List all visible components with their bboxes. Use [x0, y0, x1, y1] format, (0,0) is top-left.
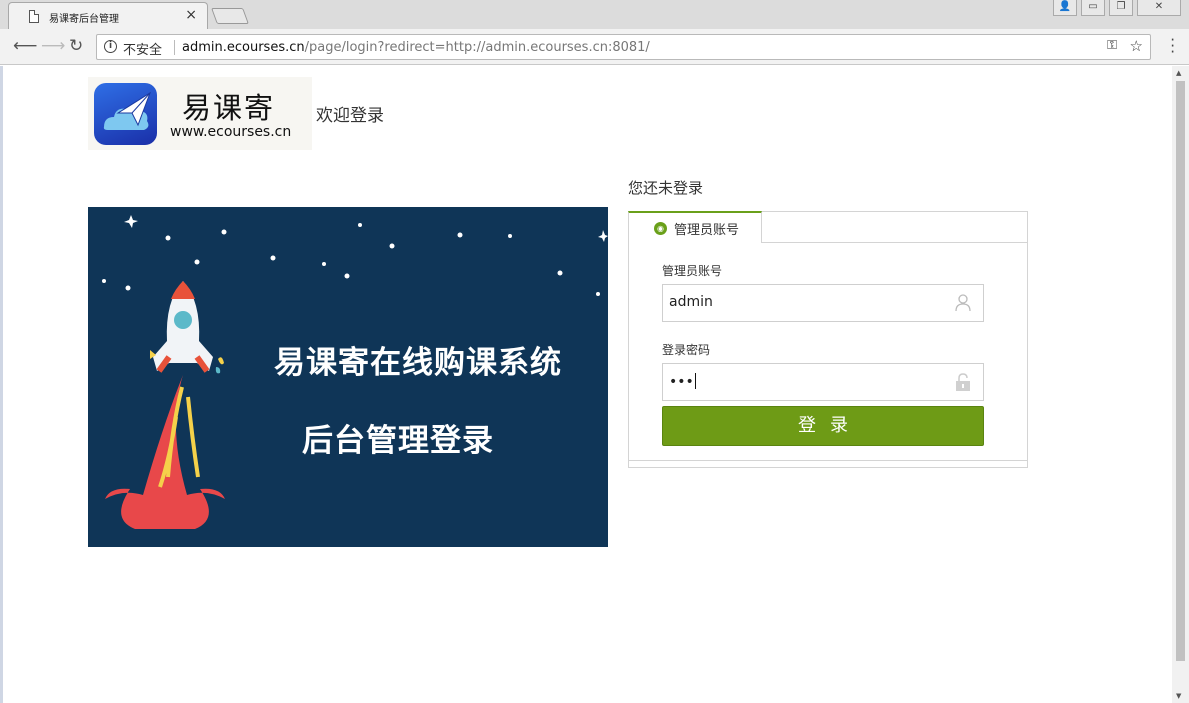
profile-button[interactable]: 👤 — [1053, 0, 1077, 16]
minimize-button[interactable]: ▭ — [1081, 0, 1105, 16]
login-tabs: ◉ 管理员账号 — [628, 211, 1028, 243]
tab-title: 易课寄后台管理 — [49, 14, 119, 25]
scroll-up-icon[interactable]: ▲ — [1176, 69, 1181, 77]
login-status: 您还未登录 — [628, 179, 704, 197]
user-badge-icon: ◉ — [654, 222, 667, 235]
address-bar[interactable]: i 不安全 admin.ecourses.cn/page/login?redir… — [96, 34, 1151, 60]
username-field[interactable]: admin — [662, 284, 984, 322]
url-text[interactable]: admin.ecourses.cn/page/login?redirect=ht… — [182, 40, 650, 55]
reload-icon[interactable]: ↻ — [69, 36, 83, 56]
login-button[interactable]: 登录 — [662, 406, 984, 446]
site-logo[interactable]: 易课寄 www.ecourses.cn — [88, 77, 312, 150]
bookmark-star-icon[interactable]: ☆ — [1130, 37, 1143, 55]
lock-icon — [956, 373, 970, 391]
browser-titlebar: 易课寄后台管理 × 👤 ▭ ❐ ✕ — [0, 0, 1189, 29]
brand-name: 易课寄 — [182, 91, 276, 125]
login-form: ◉ 管理员账号 管理员账号 admin 登录密码 ••• 登录 — [628, 211, 1028, 468]
vertical-scrollbar[interactable]: ▲ ▼ — [1172, 66, 1189, 703]
user-icon — [955, 294, 971, 312]
tab-admin-account[interactable]: ◉ 管理员账号 — [628, 211, 762, 243]
tab-label: 管理员账号 — [674, 223, 740, 238]
text-caret — [694, 373, 696, 389]
key-icon[interactable]: ⚿ — [1107, 38, 1117, 53]
password-label: 登录密码 — [662, 343, 711, 357]
divider — [174, 40, 175, 55]
url-host: admin.ecourses.cn — [182, 40, 305, 55]
scrollbar-thumb[interactable] — [1176, 81, 1185, 661]
divider — [629, 460, 1027, 461]
brand-url: www.ecourses.cn — [170, 124, 292, 140]
close-window-button[interactable]: ✕ — [1137, 0, 1181, 16]
restore-button[interactable]: ❐ — [1109, 0, 1133, 16]
banner-headline: 易课寄在线购课系统 — [274, 345, 562, 381]
password-field[interactable]: ••• — [662, 363, 984, 401]
back-arrow-icon[interactable]: ⟵ — [13, 36, 37, 56]
welcome-text: 欢迎登录 — [316, 106, 384, 126]
url-path: /page/login?redirect=http://admin.ecours… — [304, 40, 650, 55]
document-icon — [29, 10, 39, 23]
new-tab-button[interactable] — [211, 8, 249, 24]
window-controls: 👤 ▭ ❐ ✕ — [1053, 0, 1181, 16]
username-label: 管理员账号 — [662, 264, 723, 278]
browser-menu-icon[interactable]: · · · — [1170, 33, 1175, 60]
forward-arrow-icon[interactable]: ⟶ — [41, 36, 65, 56]
tab-close-button[interactable]: × — [185, 7, 197, 23]
scroll-down-icon[interactable]: ▼ — [1176, 692, 1181, 700]
cloud-paper-plane-icon — [94, 83, 157, 145]
banner-subline: 后台管理登录 — [302, 423, 494, 459]
browser-toolbar: ⟵ ⟶ ↻ i 不安全 admin.ecourses.cn/page/login… — [0, 29, 1189, 65]
password-value: ••• — [669, 373, 696, 390]
username-value: admin — [669, 294, 713, 310]
browser-tab[interactable]: 易课寄后台管理 × — [8, 2, 208, 29]
info-icon[interactable]: i — [104, 40, 117, 53]
stars — [102, 215, 608, 296]
login-banner: 易课寄在线购课系统 后台管理登录 — [88, 207, 608, 547]
security-label[interactable]: 不安全 — [123, 39, 162, 58]
